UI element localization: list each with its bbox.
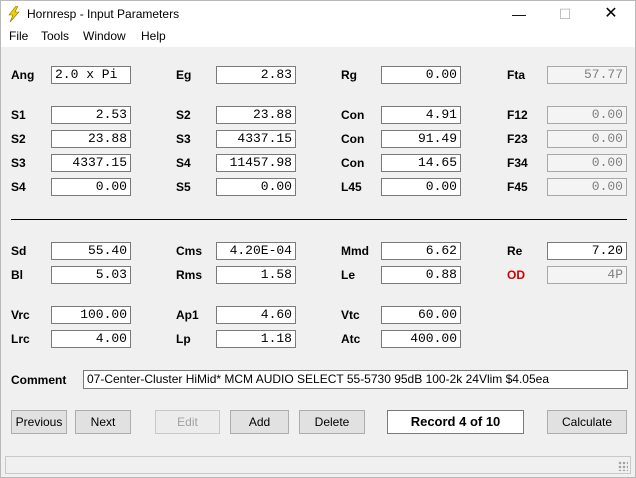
section-divider — [11, 219, 627, 220]
f23-field: 0.00 — [547, 130, 627, 148]
re-field[interactable]: 7.20 — [547, 242, 627, 260]
hornresp-window: Hornresp - Input Parameters — ☐ ✕ File T… — [0, 0, 636, 478]
mmd-field[interactable]: 6.62 — [381, 242, 461, 260]
calculate-button[interactable]: Calculate — [547, 410, 627, 434]
rms-field[interactable]: 1.58 — [216, 266, 296, 284]
label-le: Le — [341, 268, 356, 282]
label-sd: Sd — [11, 244, 27, 258]
delete-button[interactable]: Delete — [299, 410, 365, 434]
s1-field[interactable]: 2.53 — [51, 106, 131, 124]
status-bar — [5, 456, 631, 474]
s5-field[interactable]: 0.00 — [216, 178, 296, 196]
label-f34: F34 — [507, 156, 528, 170]
s3-b-field[interactable]: 4337.15 — [51, 154, 131, 172]
con-2-field[interactable]: 91.49 — [381, 130, 461, 148]
label-s2: S2 — [176, 108, 191, 122]
label-re: Re — [507, 244, 523, 258]
menu-tools[interactable]: Tools — [41, 29, 69, 43]
eg-field[interactable]: 2.83 — [216, 66, 296, 84]
label-s4-b: S4 — [11, 180, 26, 194]
label-comment: Comment — [11, 373, 67, 387]
label-bl: Bl — [11, 268, 23, 282]
label-atc: Atc — [341, 332, 361, 346]
label-f45: F45 — [507, 180, 528, 194]
f45-field: 0.00 — [547, 178, 627, 196]
label-s5: S5 — [176, 180, 191, 194]
window-title: Hornresp - Input Parameters — [27, 7, 180, 21]
label-s2-b: S2 — [11, 132, 26, 146]
s4-field[interactable]: 11457.98 — [216, 154, 296, 172]
lightning-icon — [8, 6, 20, 22]
label-con-2: Con — [341, 132, 365, 146]
label-eg: Eg — [176, 68, 192, 82]
f34-field: 0.00 — [547, 154, 627, 172]
lrc-field[interactable]: 4.00 — [51, 330, 131, 348]
con-1-field[interactable]: 4.91 — [381, 106, 461, 124]
label-s4: S4 — [176, 156, 191, 170]
menu-bar: File Tools Window Help — [1, 27, 635, 47]
record-indicator: Record 4 of 10 — [387, 410, 524, 434]
atc-field[interactable]: 400.00 — [381, 330, 461, 348]
menu-help[interactable]: Help — [141, 29, 166, 43]
label-cms: Cms — [176, 244, 203, 258]
maximize-button[interactable]: ☐ — [542, 1, 588, 27]
label-s1: S1 — [11, 108, 26, 122]
fta-field: 57.77 — [547, 66, 627, 84]
label-con-1: Con — [341, 108, 365, 122]
s4-b-field[interactable]: 0.00 — [51, 178, 131, 196]
vrc-field[interactable]: 100.00 — [51, 306, 131, 324]
label-ang: Ang — [11, 68, 35, 82]
edit-button: Edit — [155, 410, 220, 434]
label-s3-b: S3 — [11, 156, 26, 170]
previous-button[interactable]: Previous — [11, 410, 67, 434]
menu-file[interactable]: File — [9, 29, 28, 43]
next-button[interactable]: Next — [75, 410, 131, 434]
sd-field[interactable]: 55.40 — [51, 242, 131, 260]
label-con-3: Con — [341, 156, 365, 170]
f12-field: 0.00 — [547, 106, 627, 124]
label-mmd: Mmd — [341, 244, 369, 258]
label-ap1: Ap1 — [176, 308, 199, 322]
label-rms: Rms — [176, 268, 203, 282]
resize-grip-icon[interactable] — [618, 461, 628, 471]
title-bar[interactable]: Hornresp - Input Parameters — ☐ ✕ — [1, 1, 635, 27]
od-field: 4P — [547, 266, 627, 284]
lp-field[interactable]: 1.18 — [216, 330, 296, 348]
close-button[interactable]: ✕ — [588, 1, 634, 27]
add-button[interactable]: Add — [230, 410, 289, 434]
minimize-button[interactable]: — — [496, 1, 542, 27]
label-vtc: Vtc — [341, 308, 360, 322]
label-f23: F23 — [507, 132, 528, 146]
con-3-field[interactable]: 14.65 — [381, 154, 461, 172]
label-l45: L45 — [341, 180, 362, 194]
s2-b-field[interactable]: 23.88 — [51, 130, 131, 148]
bl-field[interactable]: 5.03 — [51, 266, 131, 284]
label-s3: S3 — [176, 132, 191, 146]
label-od: OD — [507, 268, 525, 282]
menu-window[interactable]: Window — [83, 29, 126, 43]
ang-field[interactable]: 2.0 x Pi — [51, 66, 131, 84]
comment-field[interactable]: 07-Center-Cluster HiMid* MCM AUDIO SELEC… — [83, 370, 628, 389]
cms-field[interactable]: 4.20E-04 — [216, 242, 296, 260]
s3-field[interactable]: 4337.15 — [216, 130, 296, 148]
label-rg: Rg — [341, 68, 357, 82]
label-lrc: Lrc — [11, 332, 30, 346]
le-field[interactable]: 0.88 — [381, 266, 461, 284]
label-lp: Lp — [176, 332, 191, 346]
rg-field[interactable]: 0.00 — [381, 66, 461, 84]
vtc-field[interactable]: 60.00 — [381, 306, 461, 324]
ap1-field[interactable]: 4.60 — [216, 306, 296, 324]
label-f12: F12 — [507, 108, 528, 122]
s2-field[interactable]: 23.88 — [216, 106, 296, 124]
l45-field[interactable]: 0.00 — [381, 178, 461, 196]
label-vrc: Vrc — [11, 308, 30, 322]
label-fta: Fta — [507, 68, 525, 82]
